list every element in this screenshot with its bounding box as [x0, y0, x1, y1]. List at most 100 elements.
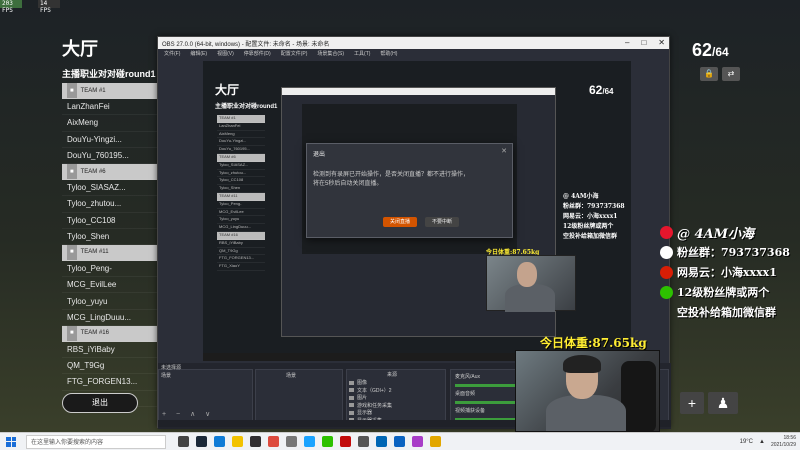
lock-button[interactable]: 🔒 — [700, 67, 718, 81]
obs-menu-item[interactable]: 停靠部件(D) — [244, 50, 271, 57]
player-row[interactable]: Tyloo_CC108 — [62, 213, 157, 229]
player-row[interactable]: LanZhanFei — [62, 99, 157, 116]
netease-icon — [660, 265, 673, 279]
maximize-icon[interactable]: □ — [641, 37, 646, 49]
edge-icon[interactable] — [214, 436, 225, 447]
minimize-icon[interactable]: – — [625, 37, 629, 49]
weibo-icon — [660, 225, 673, 239]
add-button[interactable]: + — [680, 392, 704, 414]
player-row[interactable]: DouYu-Yingzi... — [62, 132, 157, 148]
team-header[interactable]: ■ TEAM #6 — [62, 163, 157, 181]
player-count-main: 62 — [692, 40, 713, 60]
sources-dock[interactable]: 来源 图像文本（GDI+）2图片游戏和任务采集显示器显示器采集 — [346, 369, 446, 424]
fps-counter-right: 14 FPS — [38, 0, 60, 14]
photos-icon[interactable] — [412, 436, 423, 447]
player-list: ■ TEAM #1 LanZhanFei AixMeng DouYu-Yingzi...… — [62, 83, 157, 407]
scene-label: 未选择源 — [161, 365, 182, 371]
player-row[interactable]: AixMeng — [62, 115, 157, 132]
qq-app-icon[interactable] — [304, 436, 315, 447]
obs-preview[interactable]: 大厅 主播职业对对碰round1 62/64 TEAM #1 LanZhanFei… — [203, 61, 631, 361]
dialog-close-icon[interactable]: ✕ — [501, 147, 507, 155]
clock-time: 18:56 — [783, 434, 796, 441]
weather-label[interactable]: 19°C — [740, 439, 753, 445]
source-item[interactable]: 图片 — [347, 394, 445, 402]
game-icon[interactable] — [286, 436, 297, 447]
network-icon[interactable]: ▲ — [759, 439, 765, 445]
task-view-icon[interactable] — [178, 436, 189, 447]
preview-list-row: QM_T9Gg — [217, 248, 265, 256]
taskbar-search-input[interactable]: 在这里输入你要搜索的内容 — [26, 434, 166, 449]
keep-stream-button[interactable]: 不要中断 — [425, 217, 459, 227]
stop-stream-button[interactable]: 关闭直播 — [383, 217, 417, 227]
team-header[interactable]: ■ TEAM #1 — [62, 83, 157, 100]
player-row[interactable]: Tyloo_SIASAZ... — [62, 180, 157, 197]
obs-icon[interactable] — [250, 436, 261, 447]
wechat-icon — [660, 285, 673, 299]
invite-user-icon[interactable]: ♟ — [708, 392, 738, 414]
close-icon[interactable]: ✕ — [658, 37, 665, 49]
shuffle-icon[interactable]: ⇄ — [722, 67, 740, 81]
player-row[interactable]: Tyloo_Peng- — [62, 261, 157, 278]
preview-list-row: TEAM #11 — [217, 192, 265, 201]
wechat-app-icon[interactable] — [322, 436, 333, 447]
player-row[interactable]: MCG_EvilLee — [62, 277, 157, 294]
exit-button[interactable]: 退出 — [62, 393, 138, 413]
team-header[interactable]: ■ TEAM #16 — [62, 325, 157, 342]
row-label: TEAM #11 — [80, 249, 109, 256]
wechat-line-2: 空投补给箱加微信群 — [677, 306, 776, 319]
obs-menu-item[interactable]: 帮助(H) — [380, 50, 397, 57]
team-marker: ■ — [67, 244, 77, 261]
scenes-dock[interactable]: 未选择源 场景 + − ∧ ∨ — [158, 365, 253, 421]
player-row[interactable]: RBS_iYiBaby — [62, 342, 157, 359]
preview-list-row: DouYu-Yingzi... — [217, 138, 265, 147]
music-icon[interactable] — [340, 436, 351, 447]
steam-icon[interactable] — [196, 436, 207, 447]
source-item[interactable]: 图像 — [347, 379, 445, 387]
obs-titlebar[interactable]: OBS 27.0.0 (64-bit, windows) - 配置文件: 未命名… — [158, 37, 669, 49]
mail-icon[interactable] — [394, 436, 405, 447]
explorer-icon[interactable] — [232, 436, 243, 447]
store-icon[interactable] — [376, 436, 387, 447]
player-row[interactable]: FTG_FORGEN13... — [62, 374, 157, 391]
source-item[interactable]: 显示器 — [347, 409, 445, 417]
player-row[interactable]: Tyloo_yuyu — [62, 293, 157, 310]
player-row[interactable]: MCG_LingDuuu... — [62, 310, 157, 326]
obs-menu-item[interactable]: 工具(T) — [354, 50, 370, 57]
player-row[interactable]: Tyloo_Shen — [62, 229, 157, 245]
settings-icon[interactable] — [358, 436, 369, 447]
player-row[interactable]: Tyloo_zhutou... — [62, 196, 157, 213]
folder-icon[interactable] — [430, 436, 441, 447]
preview-list-row: DouYu_760195... — [217, 146, 265, 154]
preview-list-row: FTG_FORGEN13... — [217, 255, 265, 264]
obs-menu-item[interactable]: 编辑(E) — [190, 50, 207, 57]
qq-icon — [660, 245, 673, 259]
chrome-icon[interactable] — [268, 436, 279, 447]
source-item[interactable]: 游戏和任务采集 — [347, 402, 445, 410]
preview-list-row: TEAM #16 — [217, 231, 265, 240]
row-label: RBS_iYiBaby — [67, 345, 115, 355]
scenes-header: 场景 — [161, 373, 172, 379]
team-header[interactable]: ■ TEAM #11 — [62, 244, 157, 262]
taskbar-clock[interactable]: 18:56 2021/10/29 — [771, 435, 796, 449]
obs-menu-item[interactable]: 视图(V) — [217, 50, 234, 57]
exit-confirm-dialog[interactable]: 退出 ✕ 检测到有录屏已开始操作，是否关闭直播？都不进行操作， 将在5秒后自动关… — [306, 143, 513, 238]
obs-menu-item[interactable]: 文件(F) — [164, 50, 180, 57]
player-row[interactable]: DouYu_760195... — [62, 148, 157, 164]
team-marker: ■ — [67, 325, 77, 341]
source-item[interactable]: 文本（GDI+）2 — [347, 387, 445, 395]
fps-counter-left: 203 FPS — [0, 0, 22, 14]
player-row[interactable]: QM_T9Gg — [62, 358, 157, 375]
lobby-title: 大厅 — [62, 39, 98, 59]
scenes-controls[interactable]: + − ∧ ∨ — [162, 410, 214, 418]
player-count: 62/64 — [692, 40, 729, 61]
obs-menu-item[interactable]: 场景集合(S) — [317, 50, 344, 57]
dialog-text-2: 将在5秒后自动关闭直播。 — [313, 181, 383, 187]
row-label: TEAM #1 — [80, 87, 106, 94]
row-label: Tyloo_zhutou... — [67, 199, 122, 209]
filters-dock[interactable]: 场景 — [255, 369, 343, 421]
preview-list-row: AixMeng — [217, 131, 265, 139]
row-label: MCG_EvilLee — [67, 280, 117, 290]
obs-menu-item[interactable]: 配置文件(P) — [281, 50, 308, 57]
windows-start-icon[interactable] — [4, 435, 18, 449]
row-label: Tyloo_CC108 — [67, 215, 116, 225]
